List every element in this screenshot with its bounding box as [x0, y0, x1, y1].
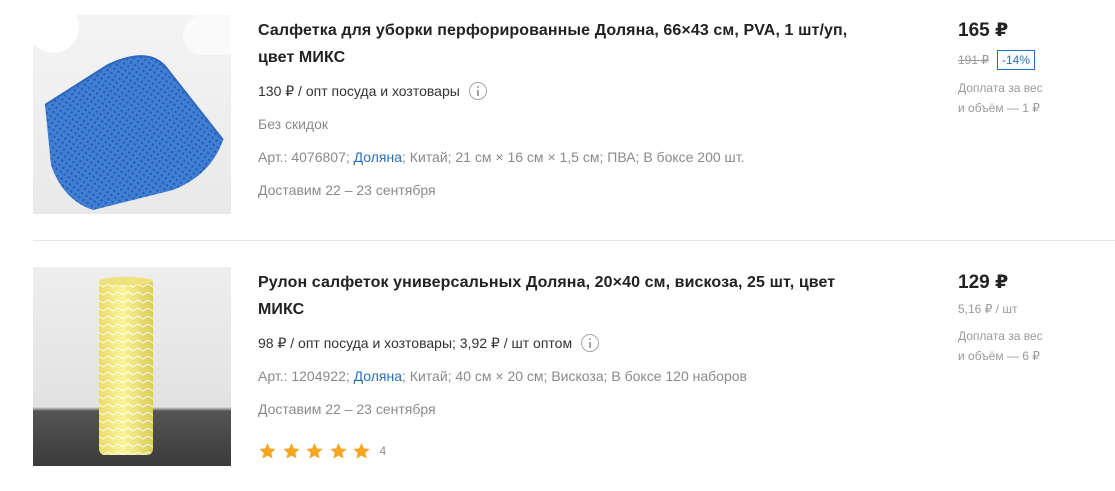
sku-label: Арт.: 4076807; [258, 149, 350, 165]
wholesale-price-text: 98 ₽ / опт посуда и хозтовары; 3,92 ₽ / … [258, 335, 573, 351]
price-block: 165 ₽ 191 ₽ -14% Доплата за вес и объём … [958, 15, 1108, 118]
details-text: ; Китай; 21 см × 16 см × 1,5 см; ПВА; В … [402, 149, 745, 165]
wholesale-price: 130 ₽ / опт посуда и хозтовары [258, 82, 487, 100]
surcharge-line-2: и объём — 1 ₽ [958, 101, 1040, 115]
rating-count[interactable]: 4 [380, 444, 387, 458]
price: 129 ₽ [958, 272, 1009, 293]
divider [33, 240, 1115, 241]
discount-badge: -14% [997, 50, 1036, 70]
star-icon [329, 443, 347, 459]
price-block: 129 ₽ 5,16 ₽ / шт Доплата за вес и объём… [958, 267, 1108, 366]
wholesale-price-text: 130 ₽ / опт посуда и хозтовары [258, 83, 460, 99]
old-price: 191 ₽ [958, 53, 989, 67]
sku-label: Арт.: 1204922; [258, 368, 350, 384]
delivery-date: Доставим 22 – 23 сентября [258, 401, 436, 417]
surcharge-line-1: Доплата за вес [958, 81, 1043, 95]
old-price-row: 191 ₽ -14% [958, 50, 1108, 70]
product-image-cloth[interactable] [33, 15, 231, 214]
product-title[interactable]: Салфетка для уборки перфорированные Доля… [258, 17, 868, 71]
price: 165 ₽ [958, 20, 1009, 41]
details-text: ; Китай; 40 см × 20 см; Вискоза; В боксе… [402, 368, 747, 384]
product-card: Рулон салфеток универсальных Доляна, 20×… [33, 267, 1115, 467]
info-icon[interactable] [581, 334, 600, 352]
star-icon [282, 443, 300, 459]
brand-link[interactable]: Доляна [354, 149, 402, 165]
delivery-date: Доставим 22 – 23 сентября [258, 182, 436, 198]
star-icon [306, 443, 323, 459]
brand-link[interactable]: Доляна [354, 368, 402, 384]
surcharge-line-2: и объём — 6 ₽ [958, 349, 1040, 363]
product-image-roll[interactable] [33, 267, 231, 466]
surcharge-line-1: Доплата за вес [958, 329, 1043, 343]
unit-price: 5,16 ₽ / шт [958, 302, 1018, 316]
discount-note: Без скидок [258, 116, 328, 132]
star-icon [259, 443, 276, 459]
product-details: Арт.: 1204922; Доляна; Китай; 40 см × 20… [258, 367, 747, 385]
yellow-roll-icon [33, 267, 231, 466]
rating-stars[interactable]: 4 [258, 442, 386, 460]
product-title[interactable]: Рулон салфеток универсальных Доляна, 20×… [258, 269, 868, 323]
wholesale-price: 98 ₽ / опт посуда и хозтовары; 3,92 ₽ / … [258, 334, 600, 352]
star-icon [353, 443, 370, 459]
product-details: Арт.: 4076807; Доляна; Китай; 21 см × 16… [258, 148, 745, 166]
product-card: Салфетка для уборки перфорированные Доля… [33, 15, 1115, 214]
info-icon[interactable] [468, 82, 487, 100]
blue-cloth-icon [33, 15, 231, 214]
